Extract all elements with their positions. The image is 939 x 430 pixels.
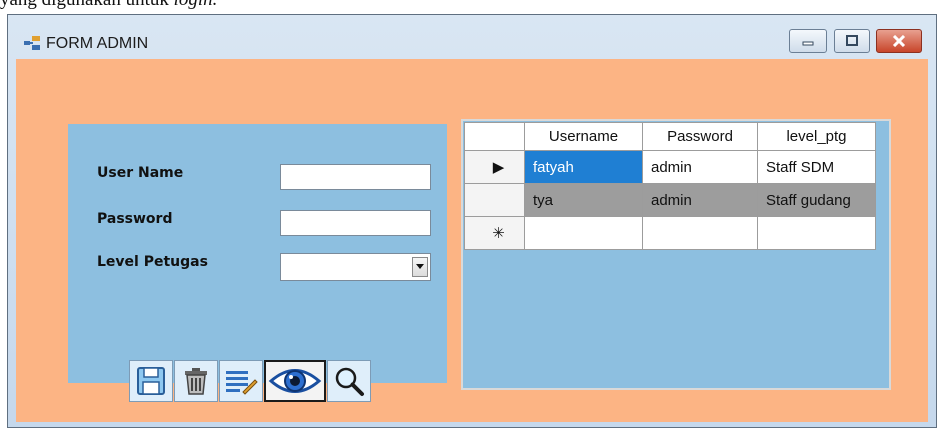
- table-row[interactable]: tya admin Staff gudang: [464, 183, 876, 217]
- table-row[interactable]: ▶ fatyah admin Staff SDM: [464, 150, 876, 184]
- corner-header-cell[interactable]: [464, 122, 525, 151]
- form-icon: [24, 36, 40, 50]
- input-panel: User Name Password Level Petugas: [68, 124, 447, 402]
- table-cell[interactable]: Staff SDM: [757, 150, 876, 184]
- level-petugas-label: Level Petugas: [97, 254, 208, 270]
- chevron-down-icon: [416, 264, 424, 269]
- table-cell[interactable]: [757, 216, 876, 250]
- caption-text: yang digunakan untuk: [0, 0, 174, 10]
- column-header-password[interactable]: Password: [642, 122, 758, 151]
- column-header-username[interactable]: Username: [524, 122, 643, 151]
- view-icon: [268, 369, 322, 393]
- new-row-indicator[interactable]: ✳: [464, 216, 525, 250]
- table-cell[interactable]: tya: [524, 183, 643, 217]
- maximize-button[interactable]: [834, 29, 870, 53]
- edit-button[interactable]: [219, 360, 263, 402]
- search-icon: [335, 367, 364, 396]
- view-button[interactable]: [264, 360, 326, 402]
- delete-icon: [185, 368, 207, 395]
- maximize-icon: [846, 35, 858, 46]
- minimize-icon: [802, 41, 814, 46]
- user-name-label: User Name: [97, 165, 184, 181]
- dropdown-button[interactable]: [412, 257, 428, 277]
- window-title: FORM ADMIN: [46, 35, 149, 52]
- save-icon: [137, 367, 165, 395]
- table-cell[interactable]: [642, 216, 758, 250]
- form-client-area: User Name Password Level Petugas Usernam…: [16, 59, 928, 422]
- delete-button[interactable]: [174, 360, 218, 402]
- form-admin-window: FORM ADMIN User Name Password Level Petu…: [7, 14, 937, 428]
- table-cell[interactable]: [524, 216, 643, 250]
- close-button[interactable]: [876, 29, 922, 53]
- table-header-row: Username Password level_ptg: [464, 122, 876, 151]
- admin-table: Username Password level_ptg ▶ fatyah adm…: [464, 122, 876, 250]
- password-input[interactable]: [280, 210, 431, 236]
- data-grid[interactable]: Username Password level_ptg ▶ fatyah adm…: [461, 119, 891, 390]
- close-icon: [892, 35, 906, 47]
- document-caption: yang digunakan untuk login.: [0, 0, 217, 12]
- title-bar[interactable]: FORM ADMIN: [8, 15, 936, 59]
- level-petugas-select[interactable]: [280, 253, 431, 281]
- new-row[interactable]: ✳: [464, 216, 876, 250]
- table-cell[interactable]: Staff gudang: [757, 183, 876, 217]
- table-cell[interactable]: admin: [642, 183, 758, 217]
- action-toolbar: [129, 360, 372, 402]
- row-header-cell[interactable]: [464, 183, 525, 217]
- caption-italic-text: login.: [174, 0, 218, 10]
- table-cell[interactable]: admin: [642, 150, 758, 184]
- edit-icon: [226, 371, 258, 395]
- save-button[interactable]: [129, 360, 173, 402]
- user-name-input[interactable]: [280, 164, 431, 190]
- minimize-button[interactable]: [789, 29, 827, 53]
- table-cell[interactable]: fatyah: [524, 150, 643, 184]
- password-label: Password: [97, 211, 173, 227]
- current-row-indicator[interactable]: ▶: [464, 150, 525, 184]
- column-header-level[interactable]: level_ptg: [757, 122, 876, 151]
- search-button[interactable]: [327, 360, 371, 402]
